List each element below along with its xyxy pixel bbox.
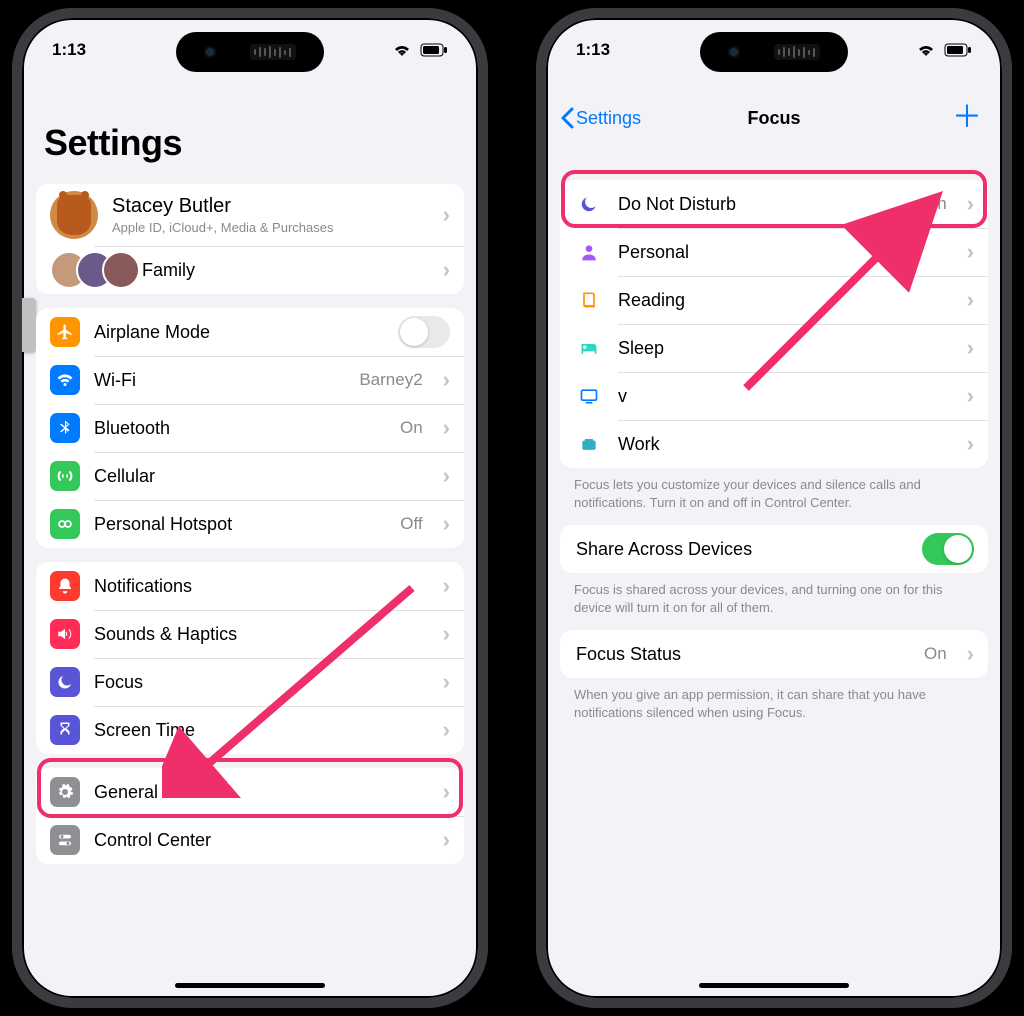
wifi-icon [392, 43, 412, 57]
status-bar: 1:13 [22, 40, 478, 60]
chevron-right-icon: › [967, 191, 974, 217]
nav-bar: Settings Focus ＋ [546, 88, 1002, 146]
briefcase-icon [574, 429, 604, 459]
focus-mode-row-reading[interactable]: Reading› [560, 276, 988, 324]
focus-mode-row-personal[interactable]: Personal› [560, 228, 988, 276]
notifications-row[interactable]: Notifications › [36, 562, 464, 610]
cellular-row[interactable]: Cellular › [36, 452, 464, 500]
back-button[interactable]: Settings [560, 107, 641, 129]
iphone-settings-screen: 1:13 Settings Stacey Butler Apple ID, iC… [12, 8, 488, 1008]
chevron-right-icon: › [443, 621, 450, 647]
status-time: 1:13 [52, 40, 86, 60]
bluetooth-row[interactable]: Bluetooth On › [36, 404, 464, 452]
chevron-right-icon: › [967, 287, 974, 313]
avatar [50, 191, 98, 239]
focus-mode-row-do-not-disturb[interactable]: Do Not DisturbOn› [560, 180, 988, 228]
share-across-devices-group: Share Across Devices [560, 525, 988, 573]
account-name: Stacey Butler [112, 195, 423, 218]
apple-id-row[interactable]: Stacey Butler Apple ID, iCloud+, Media &… [36, 184, 464, 246]
focus-modes-list: Do Not DisturbOn›Personal›Reading›Sleep›… [560, 180, 988, 468]
home-indicator[interactable] [175, 983, 325, 988]
focus-footer-2: Focus is shared across your devices, and… [546, 573, 1002, 616]
account-sub: Apple ID, iCloud+, Media & Purchases [112, 220, 423, 235]
home-indicator[interactable] [699, 983, 849, 988]
control-center-row[interactable]: Control Center › [36, 816, 464, 864]
focus-mode-row-v[interactable]: v› [560, 372, 988, 420]
chevron-right-icon: › [443, 669, 450, 695]
focus-footer-1: Focus lets you customize your devices an… [546, 468, 1002, 511]
sounds-haptics-row[interactable]: Sounds & Haptics › [36, 610, 464, 658]
bed-icon [574, 333, 604, 363]
wifi-row[interactable]: Wi-Fi Barney2 › [36, 356, 464, 404]
wifi-value: Barney2 [359, 370, 422, 390]
chevron-right-icon: › [443, 827, 450, 853]
bell-icon [50, 571, 80, 601]
battery-icon [420, 43, 448, 57]
chevron-right-icon: › [967, 431, 974, 457]
share-across-devices-row[interactable]: Share Across Devices [560, 525, 988, 573]
airplane-switch[interactable] [398, 316, 450, 348]
screen-time-row[interactable]: Screen Time › [36, 706, 464, 754]
focus-row[interactable]: Focus › [36, 658, 464, 706]
add-focus-button[interactable]: ＋ [952, 108, 988, 128]
hotspot-icon [50, 509, 80, 539]
family-row[interactable]: Family › [36, 246, 464, 294]
status-time: 1:13 [576, 40, 610, 60]
person-icon [574, 237, 604, 267]
page-title: Settings [22, 88, 478, 170]
chevron-right-icon: › [443, 415, 450, 441]
focus-mode-row-work[interactable]: Work› [560, 420, 988, 468]
chevron-right-icon: › [967, 383, 974, 409]
hotspot-value: Off [400, 514, 422, 534]
focus-status-value: On [924, 644, 947, 664]
nav-title: Focus [747, 108, 800, 129]
gear-icon [50, 777, 80, 807]
wifi-icon [50, 365, 80, 395]
family-avatars [50, 251, 128, 289]
account-group: Stacey Butler Apple ID, iCloud+, Media &… [36, 184, 464, 294]
share-across-devices-switch[interactable] [922, 533, 974, 565]
chevron-right-icon: › [443, 573, 450, 599]
chevron-right-icon: › [443, 257, 450, 283]
airplane-mode-row[interactable]: Airplane Mode [36, 308, 464, 356]
connectivity-group: Airplane Mode Wi-Fi Barney2 › Bluetooth … [36, 308, 464, 548]
bluetooth-icon [50, 413, 80, 443]
hourglass-icon [50, 715, 80, 745]
chevron-right-icon: › [443, 717, 450, 743]
book-icon [574, 285, 604, 315]
system-group: General › Control Center › [36, 768, 464, 864]
focus-status-row[interactable]: Focus Status On › [560, 630, 988, 678]
bluetooth-value: On [400, 418, 423, 438]
moon-icon [50, 667, 80, 697]
sliders-icon [50, 825, 80, 855]
chevron-right-icon: › [967, 641, 974, 667]
status-bar: 1:13 [546, 40, 1002, 60]
focus-mode-row-sleep[interactable]: Sleep› [560, 324, 988, 372]
moon-icon [574, 189, 604, 219]
chevron-right-icon: › [443, 367, 450, 393]
focus-footer-3: When you give an app permission, it can … [546, 678, 1002, 721]
chevron-right-icon: › [967, 335, 974, 361]
cellular-icon [50, 461, 80, 491]
general-row[interactable]: General › [36, 768, 464, 816]
airplane-icon [50, 317, 80, 347]
chevron-right-icon: › [443, 779, 450, 805]
attention-group: Notifications › Sounds & Haptics › Focus… [36, 562, 464, 754]
personal-hotspot-row[interactable]: Personal Hotspot Off › [36, 500, 464, 548]
chevron-right-icon: › [443, 463, 450, 489]
speaker-icon [50, 619, 80, 649]
wifi-icon [916, 43, 936, 57]
tv-icon [574, 381, 604, 411]
chevron-right-icon: › [443, 202, 450, 228]
iphone-focus-screen: 1:13 Settings Focus ＋ Do Not DisturbOn›P… [536, 8, 1012, 1008]
focus-status-group: Focus Status On › [560, 630, 988, 678]
chevron-right-icon: › [967, 239, 974, 265]
battery-icon [944, 43, 972, 57]
chevron-right-icon: › [443, 511, 450, 537]
